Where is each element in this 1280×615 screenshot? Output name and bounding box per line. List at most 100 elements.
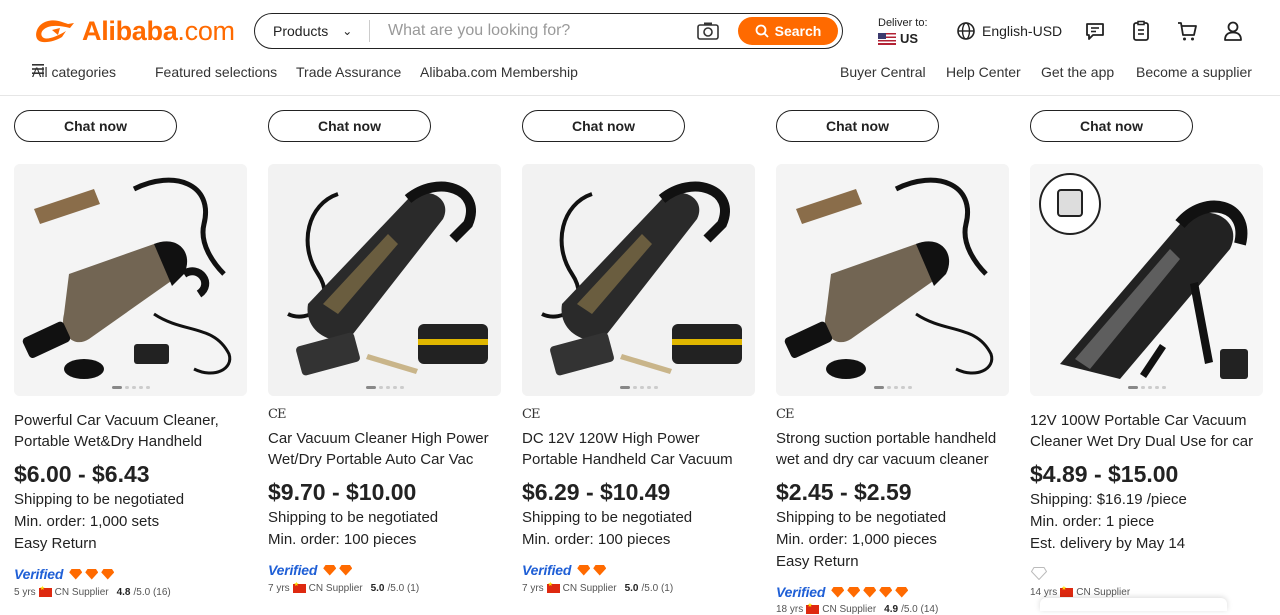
image-carousel-dots <box>619 386 658 389</box>
supplier-years: 5 yrs <box>14 587 36 598</box>
product-card[interactable] <box>1030 164 1263 396</box>
product-card[interactable] <box>776 164 1009 396</box>
image-carousel-dots <box>111 386 150 389</box>
product-image[interactable] <box>776 164 1009 396</box>
nav-buyer-central[interactable]: Buyer Central <box>840 64 926 80</box>
shipping-info: Shipping to be negotiated <box>268 509 439 526</box>
shipping-info: Shipping: $16.19 /piece <box>1030 491 1187 508</box>
product-title[interactable]: 12V 100W Portable Car Vacuum Cleaner Wet… <box>1030 410 1255 452</box>
verified-logo: Verified <box>776 584 826 600</box>
product-image[interactable] <box>522 164 755 396</box>
supplier-rating-suffix: /5.0 (16) <box>133 587 171 598</box>
verified-badge[interactable]: Verified <box>522 562 607 578</box>
language-currency-selector[interactable]: English-USD <box>956 21 1062 41</box>
nav-get-app[interactable]: Get the app <box>1041 64 1114 80</box>
chat-now-button[interactable]: Chat now <box>1030 110 1193 142</box>
product-image[interactable] <box>1030 164 1263 396</box>
product-title[interactable]: DC 12V 120W High Power Portable Handheld… <box>522 428 747 470</box>
min-order: Min. order: 100 pieces <box>268 531 417 548</box>
car-vacuum-image <box>268 164 501 396</box>
search-category-label: Products <box>273 23 329 39</box>
orders-icon[interactable] <box>1130 20 1152 42</box>
nav-featured-selections[interactable]: Featured selections <box>155 64 277 80</box>
product-title[interactable]: Strong suction portable handheld wet and… <box>776 428 1001 470</box>
deliver-to[interactable]: Deliver to: US <box>878 16 928 46</box>
product-card[interactable] <box>268 164 501 396</box>
verified-logo: Verified <box>268 562 318 578</box>
supplier-years: 7 yrs <box>268 583 290 594</box>
shipping-info: Shipping to be negotiated <box>522 509 693 526</box>
chevron-down-icon: ⌄ <box>342 24 353 38</box>
product-price: $2.45 - $2.59 <box>776 479 912 505</box>
supplier-type: CN Supplier <box>562 583 617 594</box>
search-bar: Products ⌄ What are you looking for? Sea… <box>254 13 843 49</box>
car-vacuum-image <box>14 164 247 396</box>
supplier-years: 18 yrs <box>776 604 804 615</box>
ce-mark: CE <box>776 407 794 422</box>
chat-now-button[interactable]: Chat now <box>268 110 431 142</box>
language-label: English-USD <box>982 23 1063 39</box>
search-button[interactable]: Search <box>738 17 838 45</box>
supplier-rating: 4.8 <box>116 587 131 598</box>
product-image[interactable] <box>268 164 501 396</box>
supplier-rating-suffix: /5.0 (1) <box>387 583 420 594</box>
supplier-diamond-icons <box>831 586 909 598</box>
image-carousel-dots <box>1127 386 1166 389</box>
product-card[interactable] <box>14 164 247 396</box>
nav-membership[interactable]: Alibaba.com Membership <box>420 64 578 80</box>
product-card[interactable] <box>522 164 755 396</box>
us-flag-icon <box>878 33 896 45</box>
floating-panel-edge[interactable] <box>1040 598 1227 611</box>
supplier-meta: 7 yrs CN Supplier 5.0/5.0 (1) <box>268 581 420 594</box>
supplier-diamond-icons <box>577 564 607 576</box>
supplier-meta: 18 yrs CN Supplier 4.9/5.0 (14) <box>776 602 939 615</box>
product-price: $4.89 - $15.00 <box>1030 461 1179 487</box>
site-header: Alibaba.com Products ⌄ What are you look… <box>0 0 1280 96</box>
alibaba-logo[interactable]: Alibaba.com <box>32 14 235 48</box>
product-title[interactable]: Powerful Car Vacuum Cleaner, Portable We… <box>14 410 239 452</box>
min-order: Min. order: 1,000 pieces <box>776 531 937 548</box>
supplier-meta: 7 yrs CN Supplier 5.0/5.0 (1) <box>522 581 673 594</box>
chat-now-button[interactable]: Chat now <box>776 110 939 142</box>
supplier-type: CN Supplier <box>822 604 877 615</box>
cart-icon[interactable] <box>1176 20 1198 42</box>
supplier-type: CN Supplier <box>54 587 109 598</box>
supplier-type: CN Supplier <box>1076 587 1131 598</box>
ce-mark: CE <box>522 407 540 422</box>
chat-now-button[interactable]: Chat now <box>522 110 685 142</box>
alibaba-logo-icon <box>36 20 74 43</box>
product-price: $6.00 - $6.43 <box>14 461 150 487</box>
min-order: Min. order: 100 pieces <box>522 531 671 548</box>
nav-trade-assurance[interactable]: Trade Assurance <box>296 64 401 80</box>
cn-flag-icon <box>38 585 52 597</box>
supplier-rating: 5.0 <box>370 583 385 594</box>
supplier-years: 14 yrs <box>1030 587 1058 598</box>
nav-help-center[interactable]: Help Center <box>946 64 1021 80</box>
supplier-diamond-icons <box>69 568 115 580</box>
shipping-info: Shipping to be negotiated <box>14 491 185 508</box>
chat-now-button[interactable]: Chat now <box>14 110 177 142</box>
account-icon[interactable] <box>1222 20 1244 42</box>
supplier-years: 7 yrs <box>522 583 544 594</box>
camera-icon[interactable] <box>696 21 720 41</box>
nav-all-categories[interactable]: All categories <box>32 64 116 80</box>
search-input[interactable]: What are you looking for? <box>370 22 696 40</box>
message-icon[interactable] <box>1084 20 1106 42</box>
shipping-info: Shipping to be negotiated <box>776 509 947 526</box>
car-vacuum-image <box>1030 164 1263 396</box>
product-price: $9.70 - $10.00 <box>268 479 417 505</box>
car-vacuum-image <box>776 164 1009 396</box>
nav-become-supplier[interactable]: Become a supplier <box>1136 64 1252 80</box>
verified-badge[interactable]: Verified <box>268 562 353 578</box>
product-title[interactable]: Car Vacuum Cleaner High Power Wet/Dry Po… <box>268 428 493 470</box>
supplier-rating: 5.0 <box>624 583 639 594</box>
verified-badge[interactable]: Verified <box>14 566 115 582</box>
search-category-select[interactable]: Products ⌄ <box>255 20 370 42</box>
logo-text: Alibaba.com <box>82 15 235 46</box>
min-order: Min. order: 1 piece <box>1030 513 1155 530</box>
supplier-rating-suffix: /5.0 (14) <box>901 604 939 615</box>
search-button-label: Search <box>774 23 822 39</box>
supplier-meta: 5 yrs CN Supplier 4.8/5.0 (16) <box>14 585 171 598</box>
verified-badge[interactable]: Verified <box>776 584 909 600</box>
product-image[interactable] <box>14 164 247 396</box>
